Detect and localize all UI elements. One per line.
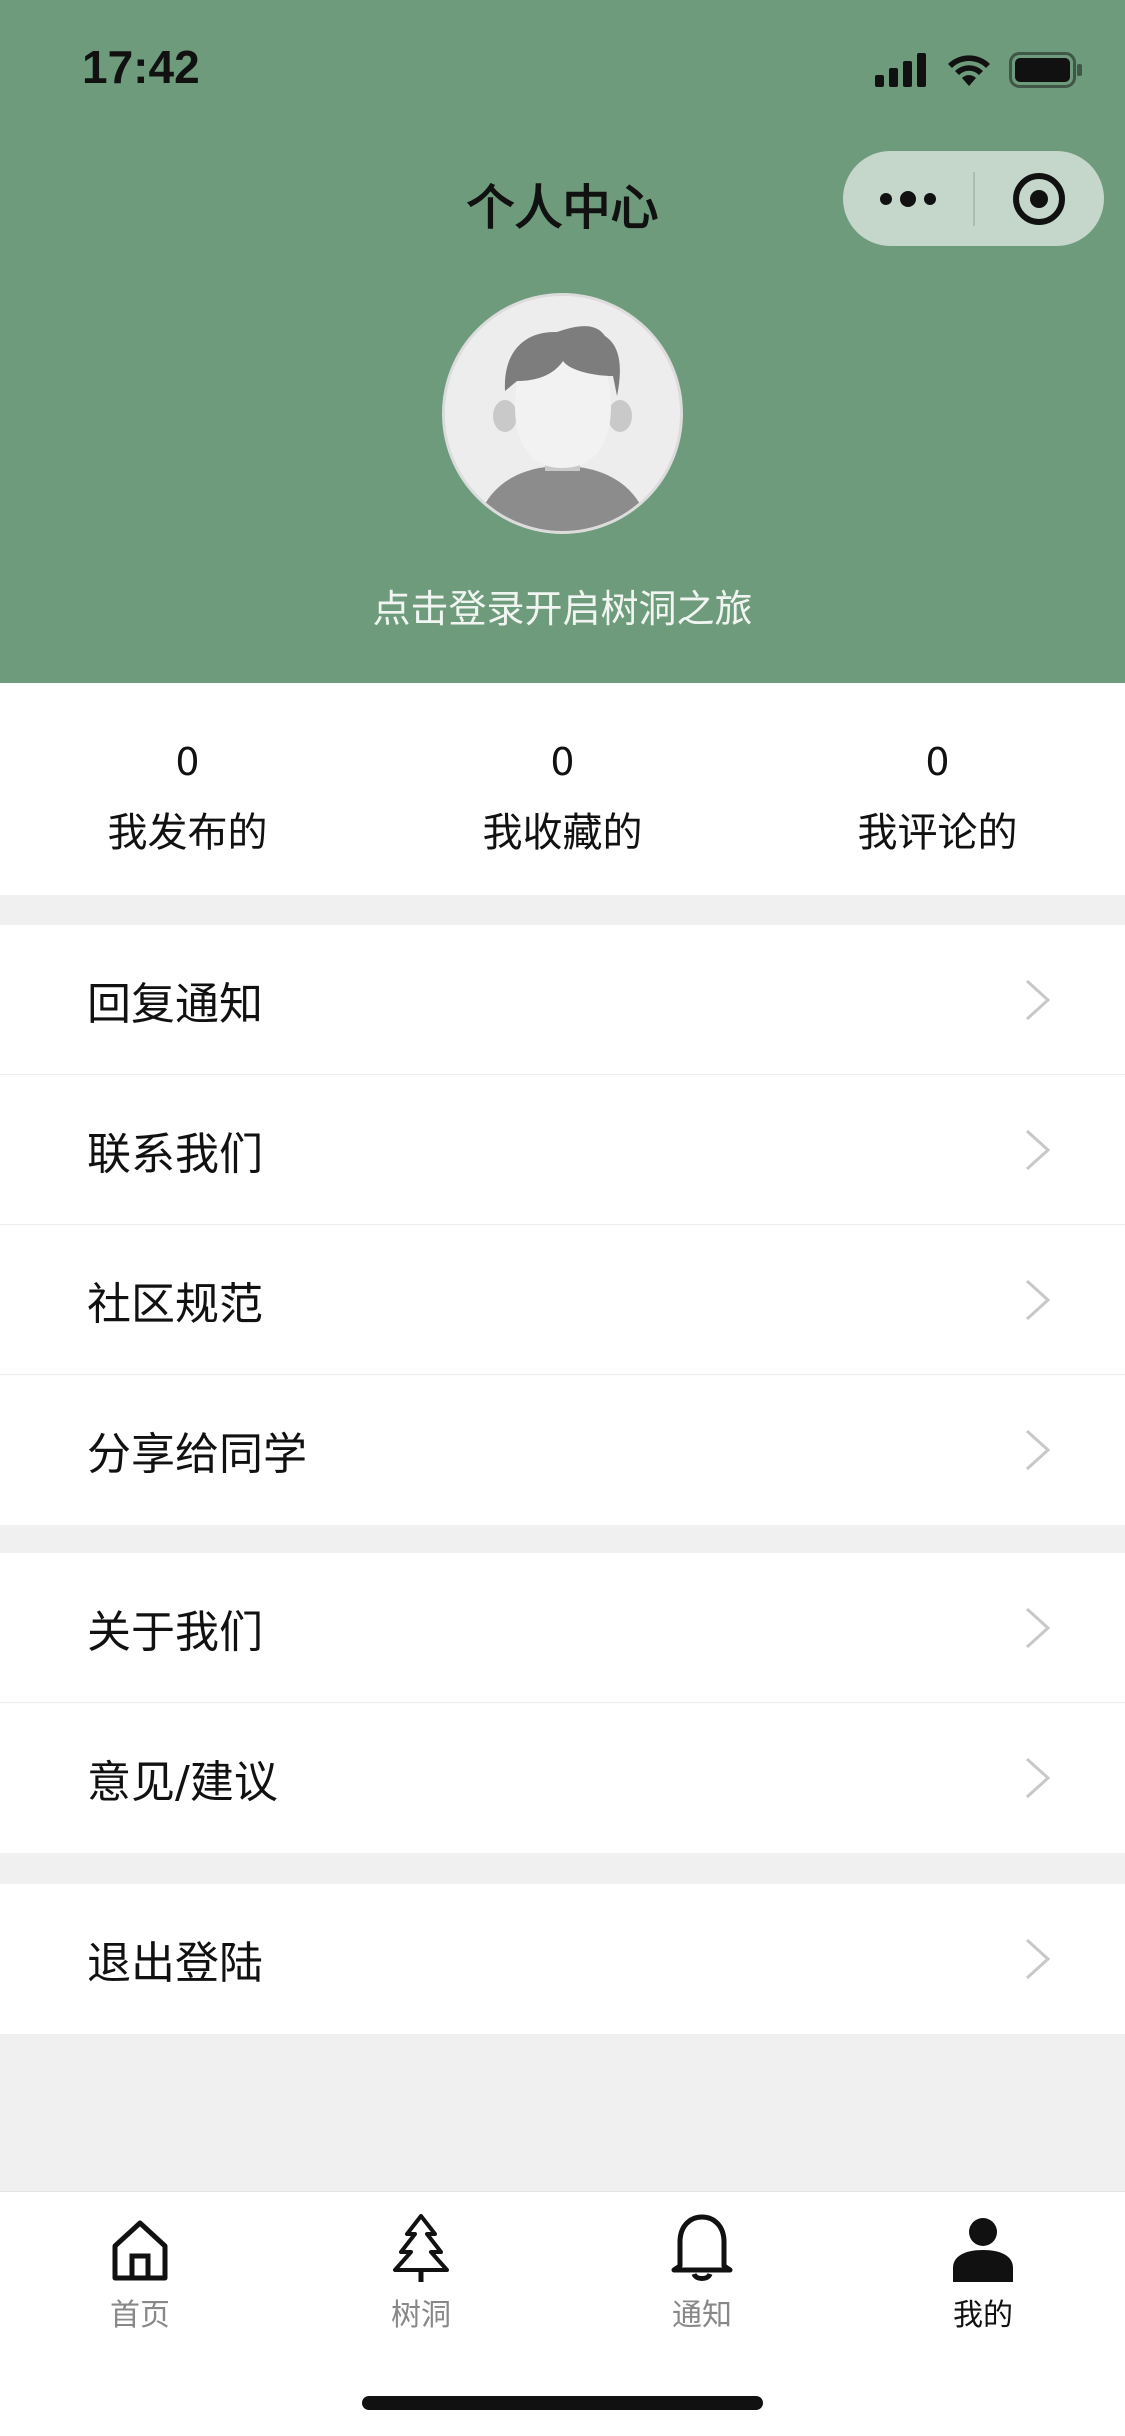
bell-icon: [671, 2214, 733, 2281]
stat-published[interactable]: 0 我发布的: [0, 683, 375, 895]
menu-item-label: 关于我们: [87, 1606, 263, 1658]
stat-favorited[interactable]: 0 我收藏的: [375, 683, 750, 895]
chevron-right-icon: [1025, 1129, 1051, 1170]
stat-value: 0: [175, 740, 200, 784]
menu-item-reply-notifications[interactable]: 回复通知: [0, 925, 1125, 1075]
status-time: 17:42: [82, 41, 200, 93]
chevron-right-icon: [1025, 1938, 1051, 1980]
stat-value: 0: [925, 740, 950, 784]
tab-label: 我的: [953, 2298, 1013, 2333]
menu-item-share[interactable]: 分享给同学: [0, 1375, 1125, 1525]
status-icons: [875, 50, 1083, 90]
chevron-right-icon: [1025, 1279, 1051, 1320]
target-icon: [1013, 172, 1066, 225]
menu-item-label: 社区规范: [87, 1278, 263, 1330]
stats-bar: 0 我发布的 0 我收藏的 0 我评论的: [0, 683, 1125, 895]
tab-label: 通知: [672, 2298, 732, 2333]
menu-item-community-rules[interactable]: 社区规范: [0, 1225, 1125, 1375]
menu-item-feedback[interactable]: 意见/建议: [0, 1703, 1125, 1853]
home-icon: [112, 2220, 168, 2281]
page: 17:42 个人中心 点击登录开启树洞之旅 0 我发布的 0 我收藏的 0 我评…: [0, 0, 1125, 2436]
menu-item-logout[interactable]: 退出登陆: [0, 1884, 1125, 2034]
menu-item-contact-us[interactable]: 联系我们: [0, 1075, 1125, 1225]
stat-commented[interactable]: 0 我评论的: [750, 683, 1125, 895]
more-dots-icon: [879, 190, 936, 207]
wifi-icon: [948, 55, 990, 86]
menu-item-label: 退出登陆: [87, 1938, 263, 1989]
stat-label: 我收藏的: [482, 810, 643, 856]
menu-group-2: 关于我们 意见/建议: [0, 1553, 1125, 1853]
mini-program-capsule: [843, 151, 1104, 246]
status-bar: 17:42: [0, 0, 1125, 140]
close-miniprogram-button[interactable]: [975, 151, 1105, 246]
stat-label: 我发布的: [107, 810, 268, 856]
tree-icon: [393, 2214, 449, 2282]
tab-home[interactable]: 首页: [40, 2210, 240, 2334]
stat-value: 0: [550, 740, 575, 784]
person-icon: [953, 2218, 1013, 2282]
profile-header: 17:42 个人中心 点击登录开启树洞之旅: [0, 0, 1125, 683]
menu-item-label: 联系我们: [87, 1128, 263, 1180]
menu-group-3: 退出登陆: [0, 1884, 1125, 2034]
chevron-right-icon: [1025, 1607, 1051, 1648]
menu-item-about-us[interactable]: 关于我们: [0, 1553, 1125, 1703]
menu-group-1: 回复通知 联系我们 社区规范 分享给同学: [0, 925, 1125, 1525]
battery-icon: [1009, 52, 1082, 88]
login-tip[interactable]: 点击登录开启树洞之旅: [0, 578, 1125, 633]
tab-label: 首页: [110, 2298, 170, 2333]
more-button[interactable]: [843, 151, 973, 246]
home-indicator: [362, 2396, 763, 2410]
menu-item-label: 分享给同学: [87, 1429, 307, 1480]
chevron-right-icon: [1025, 1757, 1051, 1799]
menu-item-label: 意见/建议: [87, 1757, 278, 1808]
tab-treehole[interactable]: 树洞: [321, 2210, 521, 2334]
signal-icon: [875, 53, 926, 87]
tab-label: 树洞: [391, 2298, 451, 2333]
default-avatar-icon: [445, 296, 680, 531]
chevron-right-icon: [1025, 979, 1051, 1020]
menu-item-label: 回复通知: [87, 978, 263, 1030]
tab-notifications[interactable]: 通知: [602, 2210, 802, 2334]
chevron-right-icon: [1025, 1429, 1051, 1471]
stat-label: 我评论的: [857, 810, 1018, 856]
avatar[interactable]: [442, 293, 683, 534]
tab-mine[interactable]: 我的: [883, 2210, 1083, 2334]
